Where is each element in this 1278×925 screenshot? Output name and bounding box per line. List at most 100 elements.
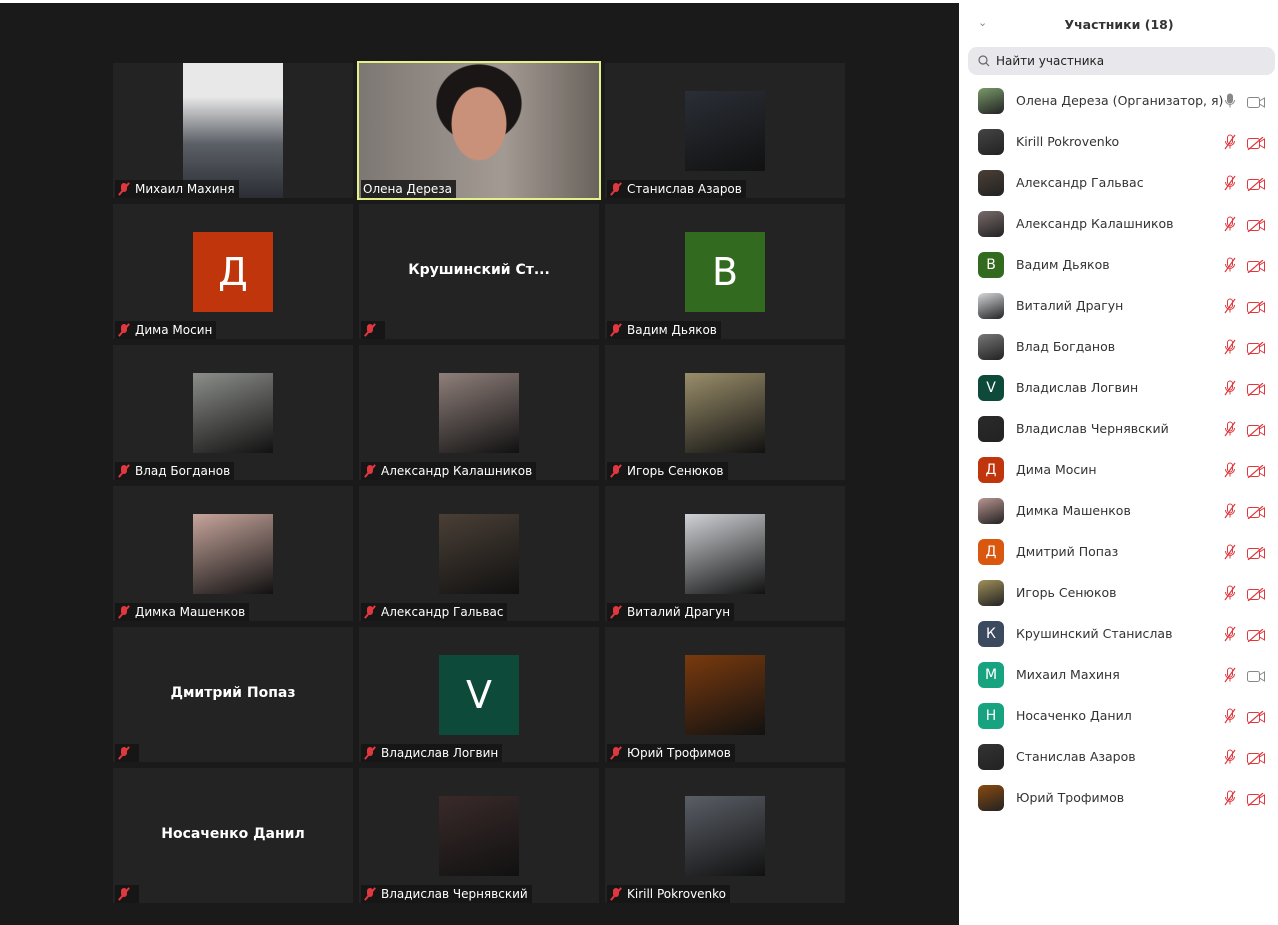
camera-icon[interactable] — [1247, 668, 1265, 682]
camera-off-icon[interactable] — [1247, 217, 1265, 233]
participant-name: Михаил Махиня — [1016, 667, 1120, 682]
camera-off-icon[interactable] — [1247, 381, 1265, 397]
name-label: Михаил Махиня — [115, 180, 239, 198]
participant-row[interactable]: Станислав Азаров — [960, 736, 1278, 777]
avatar-photo — [685, 514, 765, 594]
video-tile[interactable]: Крушинский Ст... — [359, 204, 599, 339]
participant-row[interactable]: Kirill Pokrovenko — [960, 121, 1278, 162]
video-tile[interactable]: V Владислав Логвин — [359, 627, 599, 762]
participant-name: Носаченко Данил — [1016, 708, 1132, 723]
participant-row[interactable]: Олена Дереза (Организатор, я) — [960, 80, 1278, 121]
avatar-photo — [685, 796, 765, 876]
mic-muted-icon[interactable] — [1224, 134, 1236, 154]
participant-row[interactable]: Димка Машенков — [960, 490, 1278, 531]
participant-row[interactable]: Влад Богданов — [960, 326, 1278, 367]
mic-muted-icon[interactable] — [1224, 708, 1236, 728]
participant-row[interactable]: Д Дима Мосин — [960, 449, 1278, 490]
participant-row[interactable]: V Владислав Логвин — [960, 367, 1278, 408]
participant-name: Станислав Азаров — [627, 182, 742, 196]
camera-off-icon[interactable] — [1247, 135, 1265, 151]
camera-off-icon[interactable] — [1247, 463, 1265, 479]
camera-off-icon[interactable] — [1247, 258, 1265, 274]
mic-muted-icon[interactable] — [1224, 462, 1236, 482]
mic-icon[interactable] — [1224, 93, 1236, 113]
video-tile[interactable]: Kirill Pokrovenko — [605, 768, 845, 903]
muted-mic-icon — [363, 605, 377, 619]
camera-off-icon[interactable] — [1247, 791, 1265, 807]
mic-muted-icon[interactable] — [1224, 175, 1236, 195]
mic-muted-icon[interactable] — [1224, 257, 1236, 277]
camera-off-icon[interactable] — [1247, 176, 1265, 192]
participant-row[interactable]: Владислав Чернявский — [960, 408, 1278, 449]
camera-off-icon[interactable] — [1247, 504, 1265, 520]
camera-off-icon[interactable] — [1247, 586, 1265, 602]
mic-muted-icon[interactable] — [1224, 421, 1236, 441]
camera-off-icon[interactable] — [1247, 422, 1265, 438]
video-tile[interactable]: Виталий Драгун — [605, 486, 845, 621]
participant-name: Игорь Сенюков — [627, 464, 724, 478]
participant-row[interactable]: Д Дмитрий Попаз — [960, 531, 1278, 572]
muted-mic-icon — [363, 746, 377, 760]
avatar — [978, 743, 1004, 770]
video-tile[interactable]: Александр Калашников — [359, 345, 599, 480]
muted-mic-icon — [117, 887, 131, 901]
camera-off-icon[interactable] — [1247, 545, 1265, 561]
participant-row[interactable]: Н Носаченко Данил — [960, 695, 1278, 736]
participant-row[interactable]: Виталий Драгун — [960, 285, 1278, 326]
muted-mic-icon — [117, 605, 131, 619]
camera-off-icon[interactable] — [1247, 709, 1265, 725]
mic-muted-icon[interactable] — [1224, 339, 1236, 359]
participant-row[interactable]: М Михаил Махиня — [960, 654, 1278, 695]
video-tile[interactable]: Димка Машенков — [113, 486, 353, 621]
participant-name: Дмитрий Попаз — [1016, 544, 1119, 559]
avatar-photo — [439, 514, 519, 594]
muted-mic-icon — [117, 746, 131, 760]
video-stream — [183, 63, 283, 198]
avatar: Д — [978, 538, 1004, 565]
camera-icon[interactable] — [1247, 94, 1265, 108]
participant-name: Михаил Махиня — [135, 182, 235, 196]
camera-off-icon[interactable] — [1247, 750, 1265, 766]
participant-row[interactable]: Игорь Сенюков — [960, 572, 1278, 613]
mic-muted-icon[interactable] — [1224, 790, 1236, 810]
mic-muted-icon[interactable] — [1224, 749, 1236, 769]
participant-row[interactable]: Александр Калашников — [960, 203, 1278, 244]
camera-off-icon[interactable] — [1247, 627, 1265, 643]
video-tile[interactable]: Дмитрий Попаз — [113, 627, 353, 762]
camera-off-icon[interactable] — [1247, 299, 1265, 315]
video-tile[interactable]: Юрий Трофимов — [605, 627, 845, 762]
video-tile[interactable]: Станислав Азаров — [605, 63, 845, 198]
video-tile[interactable]: Олена Дереза — [357, 61, 601, 200]
mic-muted-icon[interactable] — [1224, 380, 1236, 400]
participant-row[interactable]: Юрий Трофимов — [960, 777, 1278, 818]
video-tile[interactable]: Д Дима Мосин — [113, 204, 353, 339]
participant-row[interactable]: Александр Гальвас — [960, 162, 1278, 203]
camera-off-icon[interactable] — [1247, 340, 1265, 356]
participant-name: Игорь Сенюков — [1016, 585, 1117, 600]
participant-row[interactable]: B Вадим Дьяков — [960, 244, 1278, 285]
video-tile[interactable]: Носаченко Данил — [113, 768, 353, 903]
avatar: V — [978, 374, 1004, 401]
muted-mic-icon — [363, 323, 377, 337]
mic-muted-icon[interactable] — [1224, 544, 1236, 564]
video-tile[interactable]: Владислав Чернявский — [359, 768, 599, 903]
mic-muted-icon[interactable] — [1224, 667, 1236, 687]
name-label: Влад Богданов — [115, 462, 235, 480]
name-label — [361, 321, 385, 339]
video-tile[interactable]: Влад Богданов — [113, 345, 353, 480]
video-tile[interactable]: Игорь Сенюков — [605, 345, 845, 480]
participant-row[interactable]: К Крушинский Станислав — [960, 613, 1278, 654]
video-tile[interactable]: B Вадим Дьяков — [605, 204, 845, 339]
mic-muted-icon[interactable] — [1224, 585, 1236, 605]
mic-muted-icon[interactable] — [1224, 298, 1236, 318]
mic-muted-icon[interactable] — [1224, 626, 1236, 646]
mic-muted-icon[interactable] — [1224, 216, 1236, 236]
avatar-photo — [193, 514, 273, 594]
video-tile[interactable]: Александр Гальвас — [359, 486, 599, 621]
video-tile[interactable]: Михаил Махиня — [113, 63, 353, 198]
participant-search-input[interactable]: Найти участника — [968, 47, 1275, 75]
avatar-letter: B — [685, 232, 765, 312]
mic-muted-icon[interactable] — [1224, 503, 1236, 523]
avatar — [978, 415, 1004, 442]
name-label: Владислав Чернявский — [361, 885, 532, 903]
